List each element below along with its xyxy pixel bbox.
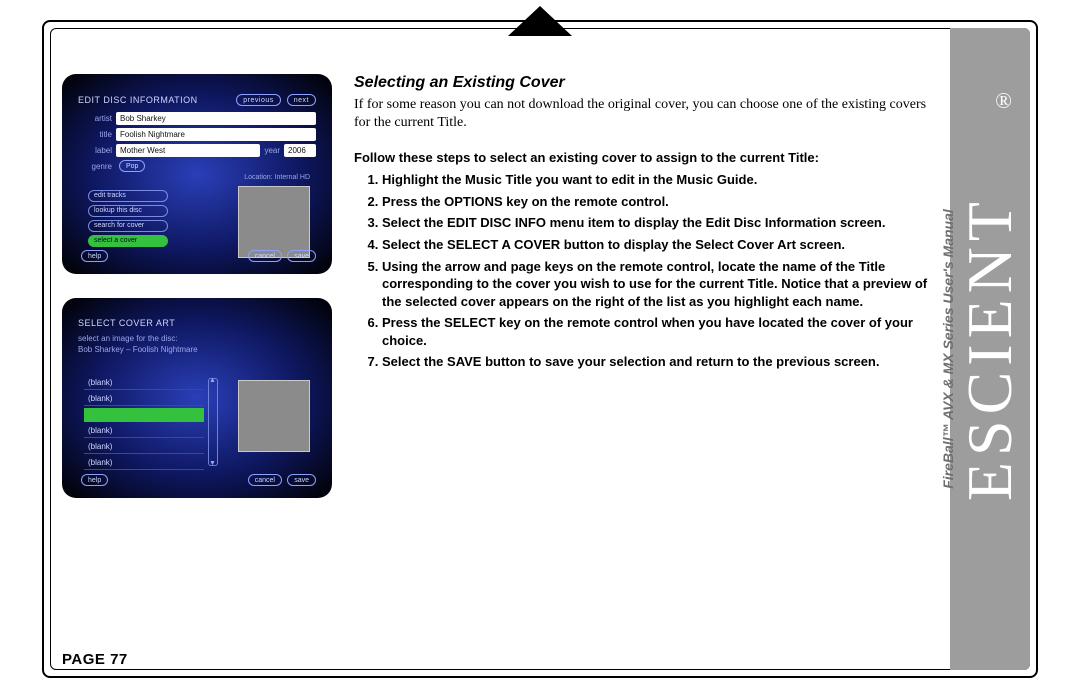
- year-field[interactable]: 2006: [284, 144, 316, 157]
- cancel-button[interactable]: cancel: [248, 250, 282, 262]
- list-item[interactable]: (blank): [84, 376, 204, 390]
- cover-preview: [238, 186, 310, 258]
- edit-tracks-button[interactable]: edit tracks: [88, 190, 168, 202]
- help-button[interactable]: help: [81, 474, 108, 486]
- step-item: Press the OPTIONS key on the remote cont…: [382, 193, 932, 211]
- genre-field[interactable]: Pop: [119, 160, 145, 172]
- lookup-disc-button[interactable]: lookup this disc: [88, 205, 168, 217]
- list-item[interactable]: (blank): [84, 456, 204, 470]
- next-button[interactable]: next: [287, 94, 316, 106]
- brand-logo: ESCIENT: [958, 196, 1022, 501]
- artist-label: artist: [78, 114, 112, 123]
- screenshot1-header: EDIT DISC INFORMATION previous next: [78, 94, 316, 106]
- step-item: Select the SELECT A COVER button to disp…: [382, 236, 932, 254]
- search-cover-button[interactable]: search for cover: [88, 220, 168, 232]
- help-button[interactable]: help: [81, 250, 108, 262]
- content-area: EDIT DISC INFORMATION previous next arti…: [62, 74, 932, 498]
- prev-button[interactable]: previous: [236, 94, 280, 106]
- genre-label: genre: [78, 162, 112, 171]
- page-number: PAGE 77: [62, 651, 128, 668]
- location-label: Location: Internal HD: [244, 174, 310, 181]
- screen1-action-list: edit tracks lookup this disc search for …: [88, 190, 168, 247]
- artist-field[interactable]: Bob Sharkey: [116, 112, 316, 125]
- save-button[interactable]: save: [287, 250, 316, 262]
- step-item: Select the SAVE button to save your sele…: [382, 353, 932, 371]
- section-title: Selecting an Existing Cover: [354, 74, 932, 92]
- save-button[interactable]: save: [287, 474, 316, 486]
- screenshot-select-cover-art: SELECT COVER ART select an image for the…: [62, 298, 332, 498]
- text-column: Selecting an Existing Cover If for some …: [354, 74, 932, 498]
- steps-lead: Follow these steps to select an existing…: [354, 150, 932, 165]
- intro-paragraph: If for some reason you can not download …: [354, 96, 932, 132]
- screenshot-edit-disc-info: EDIT DISC INFORMATION previous next arti…: [62, 74, 332, 274]
- cover-preview: [238, 380, 310, 452]
- step-item: Press the SELECT key on the remote contr…: [382, 314, 932, 349]
- select-cover-button[interactable]: select a cover: [88, 235, 168, 247]
- screen1-nav: previous next: [233, 94, 316, 106]
- cancel-button[interactable]: cancel: [248, 474, 282, 486]
- label-field[interactable]: Mother West: [116, 144, 260, 157]
- step-item: Select the EDIT DISC INFO menu item to d…: [382, 214, 932, 232]
- screen2-sub2: Bob Sharkey – Foolish Nightmare: [78, 345, 316, 354]
- screen2-title: SELECT COVER ART: [78, 318, 175, 328]
- title-label: title: [78, 130, 112, 139]
- cover-list[interactable]: (blank) (blank) (blank) (blank) (blank): [84, 376, 204, 470]
- list-item[interactable]: (blank): [84, 424, 204, 438]
- label-label: label: [78, 146, 112, 155]
- screenshots-column: EDIT DISC INFORMATION previous next arti…: [62, 74, 342, 498]
- frame-notch: [512, 10, 568, 36]
- title-field[interactable]: Foolish Nightmare: [116, 128, 316, 141]
- list-item[interactable]: (blank): [84, 440, 204, 454]
- step-item: Highlight the Music Title you want to ed…: [382, 171, 932, 189]
- screen2-header: SELECT COVER ART: [78, 318, 316, 328]
- screen1-footer: help cancel save: [78, 250, 316, 262]
- screen2-footer: help cancel save: [78, 474, 316, 486]
- brand-sidebar: ® ESCIENT: [950, 28, 1030, 670]
- steps-list: Highlight the Music Title you want to ed…: [354, 171, 932, 370]
- registered-mark: ®: [995, 88, 1012, 114]
- year-label: year: [264, 146, 280, 155]
- list-item-selected[interactable]: [84, 408, 204, 422]
- list-item[interactable]: (blank): [84, 392, 204, 406]
- screen2-sub1: select an image for the disc:: [78, 334, 316, 343]
- step-item: Using the arrow and page keys on the rem…: [382, 258, 932, 311]
- scrollbar[interactable]: [208, 378, 218, 466]
- screen1-title: EDIT DISC INFORMATION: [78, 95, 198, 105]
